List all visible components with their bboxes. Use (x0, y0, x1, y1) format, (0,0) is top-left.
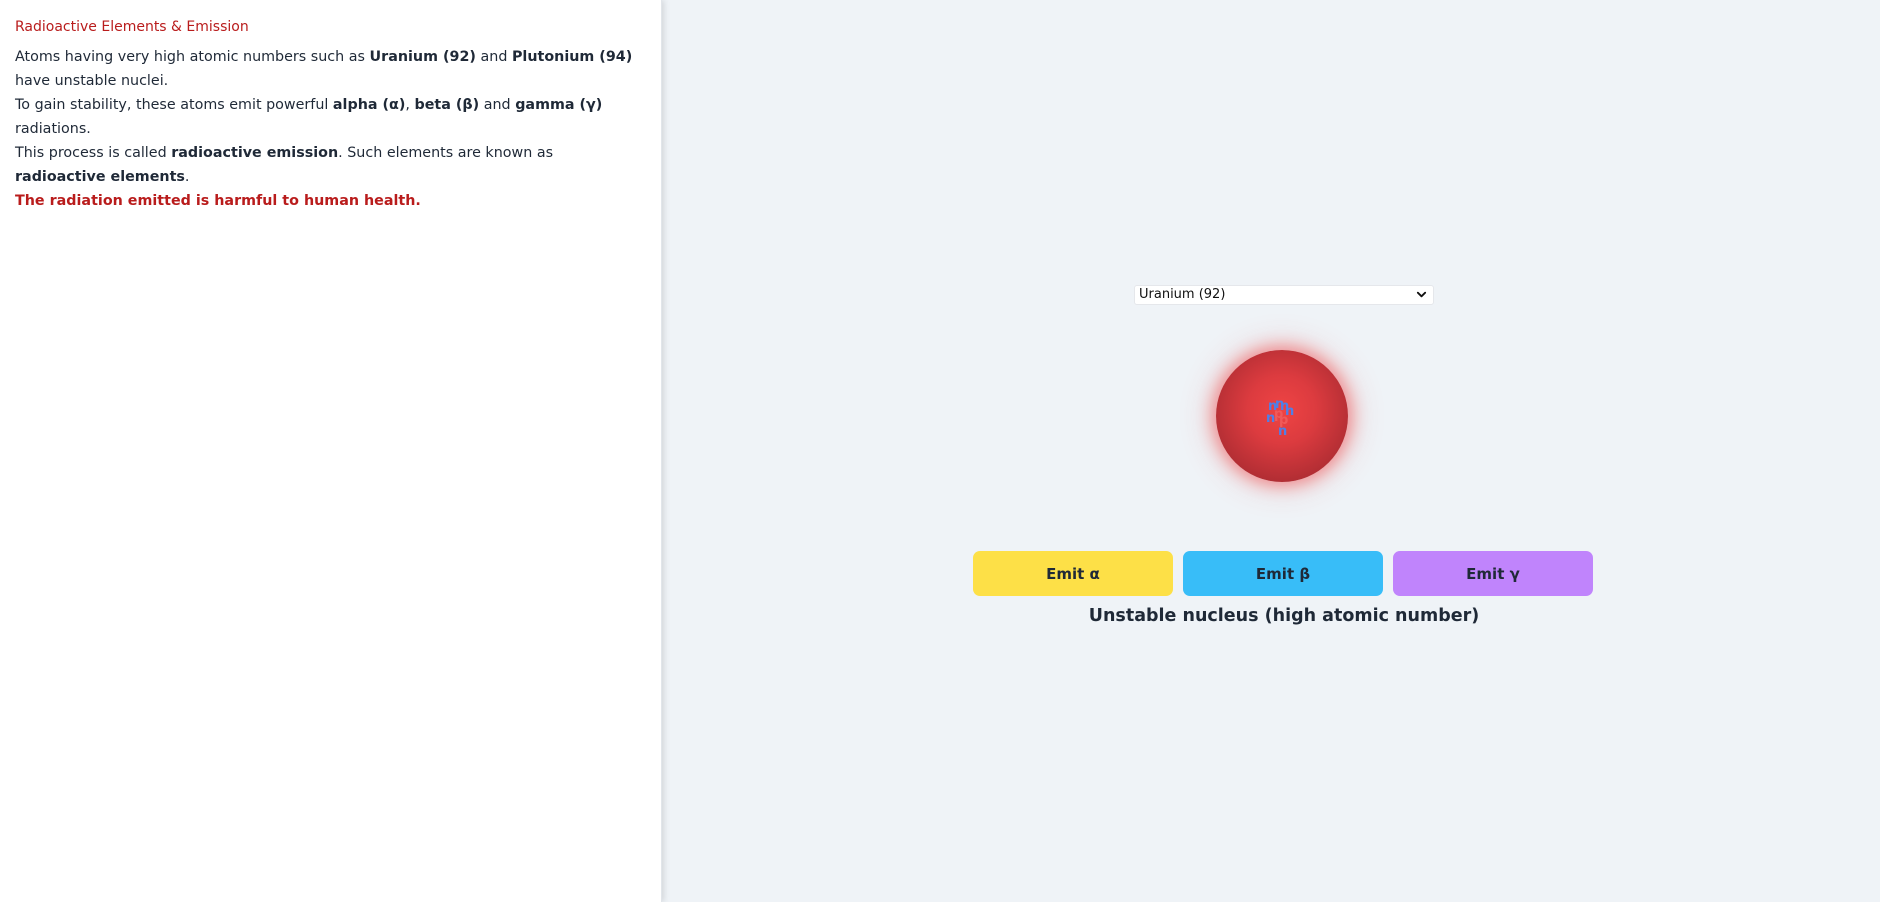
info-panel: Radioactive Elements & Emission Atoms ha… (0, 0, 662, 902)
nucleus-status: Unstable nucleus (high atomic number) (1088, 606, 1480, 626)
simulator-panel: Uranium (92) n n n n p n p n Emit α Emit… (663, 0, 1880, 902)
health-warning: The radiation emitted is harmful to huma… (15, 193, 421, 209)
emit-gamma-button[interactable]: Emit γ (1393, 551, 1593, 596)
panel-title: Radioactive Elements & Emission (15, 19, 249, 35)
gamma-term: gamma (γ) (515, 97, 603, 113)
radioactive-elements-term: radioactive elements (15, 169, 185, 185)
uranium-term: Uranium (92) (369, 49, 476, 65)
emission-controls: Emit α Emit β Emit γ (973, 551, 1595, 596)
neutron-particle: n (1278, 424, 1288, 439)
radioactive-emission-term: radioactive emission (171, 145, 339, 161)
beta-term: beta (β) (414, 97, 480, 113)
emit-beta-button[interactable]: Emit β (1183, 551, 1383, 596)
element-select[interactable]: Uranium (92) (1134, 285, 1434, 305)
element-select-value: Uranium (92) (1139, 287, 1226, 302)
stability-paragraph: To gain stability, these atoms emit powe… (15, 97, 603, 137)
chevron-down-icon (1416, 291, 1427, 298)
atomic-nucleus: n n n n p n p n (1216, 350, 1348, 482)
process-paragraph: This process is called radioactive emiss… (15, 145, 554, 185)
emit-alpha-button[interactable]: Emit α (973, 551, 1173, 596)
plutonium-term: Plutonium (94) (511, 49, 633, 65)
alpha-term: alpha (α) (332, 97, 406, 113)
nucleus-display: n n n n p n p n (1216, 350, 1348, 482)
intro-paragraph: Atoms having very high atomic numbers su… (15, 49, 633, 89)
neutron-particle: n (1266, 411, 1276, 426)
